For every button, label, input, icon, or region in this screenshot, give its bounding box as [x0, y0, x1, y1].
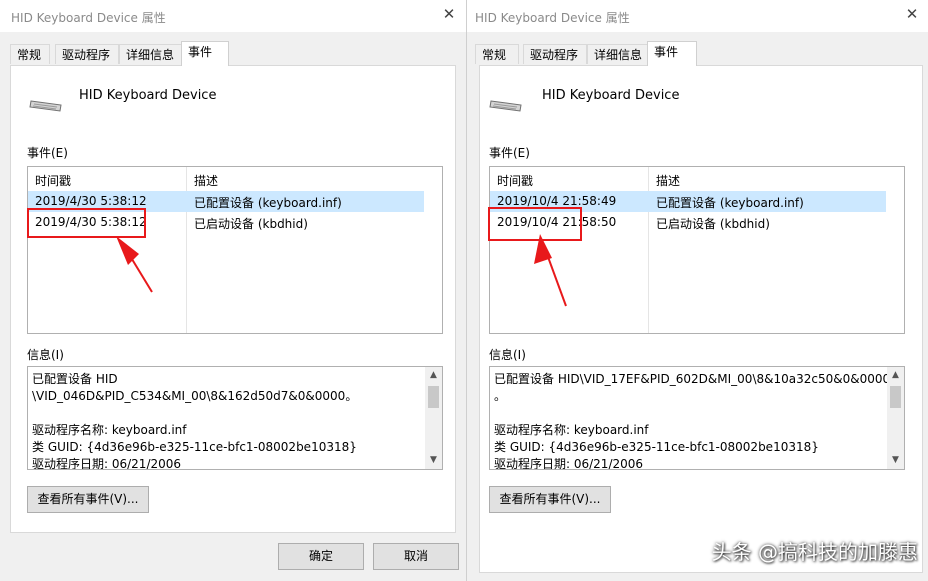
arrow-icon	[534, 234, 567, 307]
watermark-text: 头条 @搞科技的加滕惠	[711, 540, 918, 564]
arrow-icon	[116, 236, 153, 293]
tab-events[interactable]: 事件	[647, 41, 697, 66]
annotation-arrows	[116, 234, 567, 307]
tab-events[interactable]: 事件	[181, 41, 229, 66]
